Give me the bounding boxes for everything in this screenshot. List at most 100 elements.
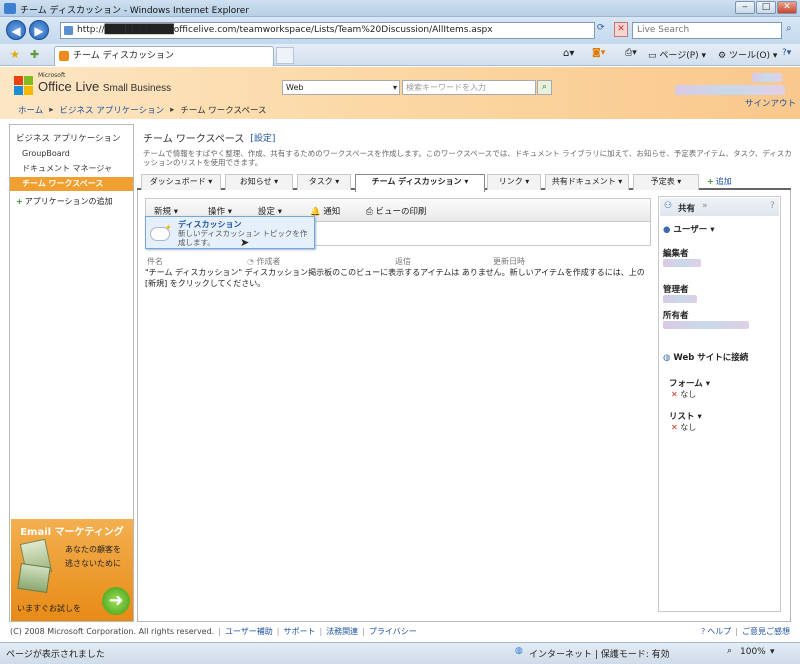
- tab-shared-documents[interactable]: 共有ドキュメント ▾: [545, 174, 629, 190]
- close-button[interactable]: ✕: [777, 1, 797, 14]
- printer-icon: ⎙: [366, 207, 373, 217]
- forms-menu[interactable]: フォーム ▾: [669, 377, 710, 389]
- chevron-down-icon: ▾: [392, 83, 397, 92]
- column-replies[interactable]: 返信: [395, 256, 411, 267]
- new-discussion-item[interactable]: ✦ ディスカッション 新しいディスカッション トピックを作 成します。 ➤: [148, 219, 312, 249]
- zoom-chevron-icon[interactable]: ▾: [770, 647, 775, 657]
- search-icon[interactable]: ⌕: [786, 23, 792, 34]
- redacted-user: [752, 73, 782, 82]
- footer-privacy-link[interactable]: プライバシー: [369, 626, 417, 637]
- tab-links[interactable]: リンク ▾: [487, 174, 541, 190]
- promo-line2: 逃さないために: [65, 559, 121, 568]
- tab-calendar[interactable]: 予定表 ▾: [633, 174, 699, 190]
- email-marketing-promo[interactable]: Email マーケティング あなたの顧客を 逃さないために いますぐお試しを ➜: [11, 519, 133, 621]
- copyright: (C) 2008 Microsoft Corporation. All righ…: [10, 627, 215, 636]
- keyword-search-input[interactable]: 検索キーワードを入力: [402, 80, 536, 95]
- mouse-cursor-icon: ➤: [240, 236, 250, 249]
- x-icon: ✕: [671, 423, 678, 432]
- share-header: ⚇ 共有 » ?: [660, 198, 779, 216]
- tab-tasks[interactable]: タスク ▾: [297, 174, 351, 190]
- add-application-link[interactable]: + アプリケーションの追加: [16, 196, 113, 207]
- envelopes-stack-icon: [17, 563, 51, 593]
- info-icon: ◔: [247, 257, 254, 266]
- discussion-bubble-icon: ✦: [150, 223, 172, 241]
- column-updated[interactable]: 更新日時: [493, 256, 525, 267]
- favorites-star-icon[interactable]: ★: [10, 48, 20, 61]
- office-logo-icon: [14, 76, 34, 96]
- redacted-admin: [663, 295, 697, 303]
- footer-support-link[interactable]: サポート: [283, 626, 315, 637]
- share-label: 共有: [678, 204, 696, 214]
- add-tab-link[interactable]: + 追加: [707, 176, 732, 187]
- footer-help-link[interactable]: ヘルプ: [707, 626, 731, 637]
- lists-menu[interactable]: リスト ▾: [669, 410, 702, 422]
- home-icon[interactable]: ⌂▾: [563, 48, 574, 59]
- print-view-button[interactable]: ⎙ ビューの印刷: [366, 205, 427, 217]
- add-tab-label: 追加: [715, 177, 732, 186]
- column-author[interactable]: ◔ 作成者: [247, 256, 281, 267]
- url-text: http://██████████officelive.com/teamwork…: [77, 25, 493, 35]
- breadcrumb-business-apps[interactable]: ビジネス アプリケーション: [60, 104, 165, 116]
- tools-menu[interactable]: ⚙ ツール(O) ▾: [718, 48, 777, 61]
- lists-label: リスト: [669, 412, 695, 422]
- settings-link[interactable]: [設定]: [250, 131, 275, 144]
- forms-label: フォーム: [669, 379, 703, 389]
- nav-item-groupboard[interactable]: GroupBoard: [22, 149, 70, 158]
- users-menu[interactable]: ● ユーザー ▾: [663, 223, 714, 235]
- back-button[interactable]: ◀: [6, 20, 26, 40]
- promo-cta: いますぐお試しを: [17, 604, 81, 613]
- breadcrumb-home[interactable]: ホーム: [18, 104, 43, 116]
- print-icon[interactable]: ⎙▾: [625, 48, 637, 58]
- plus-icon: +: [707, 177, 714, 186]
- minimize-button[interactable]: ‒: [735, 1, 755, 14]
- tab-announcements-label: お知らせ: [239, 177, 272, 186]
- expand-icon[interactable]: »: [702, 201, 708, 211]
- brand-name: Office Live: [38, 79, 100, 94]
- window-titlebar: チーム ディスカッション - Windows Internet Explorer…: [0, 0, 800, 17]
- nav-item-team-workspace[interactable]: チーム ワークスペース: [10, 177, 133, 191]
- window-title: チーム ディスカッション - Windows Internet Explorer: [20, 6, 250, 16]
- footer-feedback-link[interactable]: ご意見ご感想: [742, 626, 790, 637]
- stop-icon[interactable]: ✕: [614, 22, 628, 37]
- live-search-input[interactable]: Live Search: [632, 22, 782, 39]
- admin-label: 管理者: [663, 285, 689, 295]
- feeds-icon[interactable]: ◙▾: [592, 48, 605, 58]
- new-discussion-title: ディスカッション: [178, 220, 242, 229]
- column-subject[interactable]: 件名: [147, 256, 163, 267]
- add-application-label: アプリケーションの追加: [24, 197, 113, 206]
- zone-text[interactable]: インターネット | 保護モード: 有効: [529, 647, 670, 660]
- help-icon[interactable]: ?: [770, 201, 775, 211]
- forward-button[interactable]: ▶: [29, 20, 49, 40]
- nav-item-document-manager[interactable]: ドキュメント マネージャ: [22, 163, 112, 174]
- ie-tab-bar: ★ ✚ チーム ディスカッション ⌂▾ ◙▾ ⎙▾ ▭ ページ(P) ▾ ⚙ ツ…: [0, 44, 800, 66]
- search-scope-select[interactable]: Web ▾: [282, 80, 400, 95]
- page-description: チームで情報をすばやく整理、作成、共有するためのワークスペースを作成します。この…: [143, 149, 792, 167]
- browser-tab[interactable]: チーム ディスカッション: [54, 46, 274, 66]
- promo-line1: あなたの顧客を: [65, 545, 121, 554]
- new-dropdown-menu: ✦ ディスカッション 新しいディスカッション トピックを作 成します。 ➤: [145, 216, 315, 249]
- footer-legal-link[interactable]: 法務関連: [326, 626, 358, 637]
- help-icon[interactable]: ?▾: [782, 48, 791, 58]
- zoom-level[interactable]: 100%: [740, 647, 766, 657]
- breadcrumb: ホーム ▸ ビジネス アプリケーション ▸ チーム ワークスペース: [18, 104, 267, 116]
- forms-none: ✕ なし: [671, 389, 696, 400]
- connect-label: Web サイトに接続: [673, 353, 749, 363]
- new-tab-button[interactable]: [276, 47, 294, 64]
- refresh-icon[interactable]: ⟳: [597, 23, 605, 33]
- lists-none-label: なし: [680, 423, 697, 432]
- page-menu[interactable]: ▭ ページ(P) ▾: [648, 48, 706, 61]
- search-go-button[interactable]: ⌕: [537, 80, 552, 95]
- tab-announcements[interactable]: お知らせ ▾: [225, 174, 293, 190]
- arrow-right-icon[interactable]: ➜: [102, 587, 130, 615]
- owner-label: 所有者: [663, 311, 689, 321]
- tab-team-discussion-label: チーム ディスカッション: [371, 177, 462, 186]
- signout-link[interactable]: サインアウト: [745, 97, 796, 109]
- tab-dashboard[interactable]: ダッシュボード ▾: [141, 174, 221, 190]
- footer-accessibility-link[interactable]: ユーザー補助: [225, 626, 273, 637]
- brand[interactable]: Microsoft Office Live Small Business: [38, 73, 171, 96]
- add-favorites-icon[interactable]: ✚: [30, 48, 39, 61]
- url-field[interactable]: http://██████████officelive.com/teamwork…: [60, 22, 595, 39]
- maximize-button[interactable]: □: [756, 1, 776, 14]
- nav-heading[interactable]: ビジネス アプリケーション: [16, 132, 121, 144]
- page-title-text: チーム ワークスペース: [143, 134, 245, 145]
